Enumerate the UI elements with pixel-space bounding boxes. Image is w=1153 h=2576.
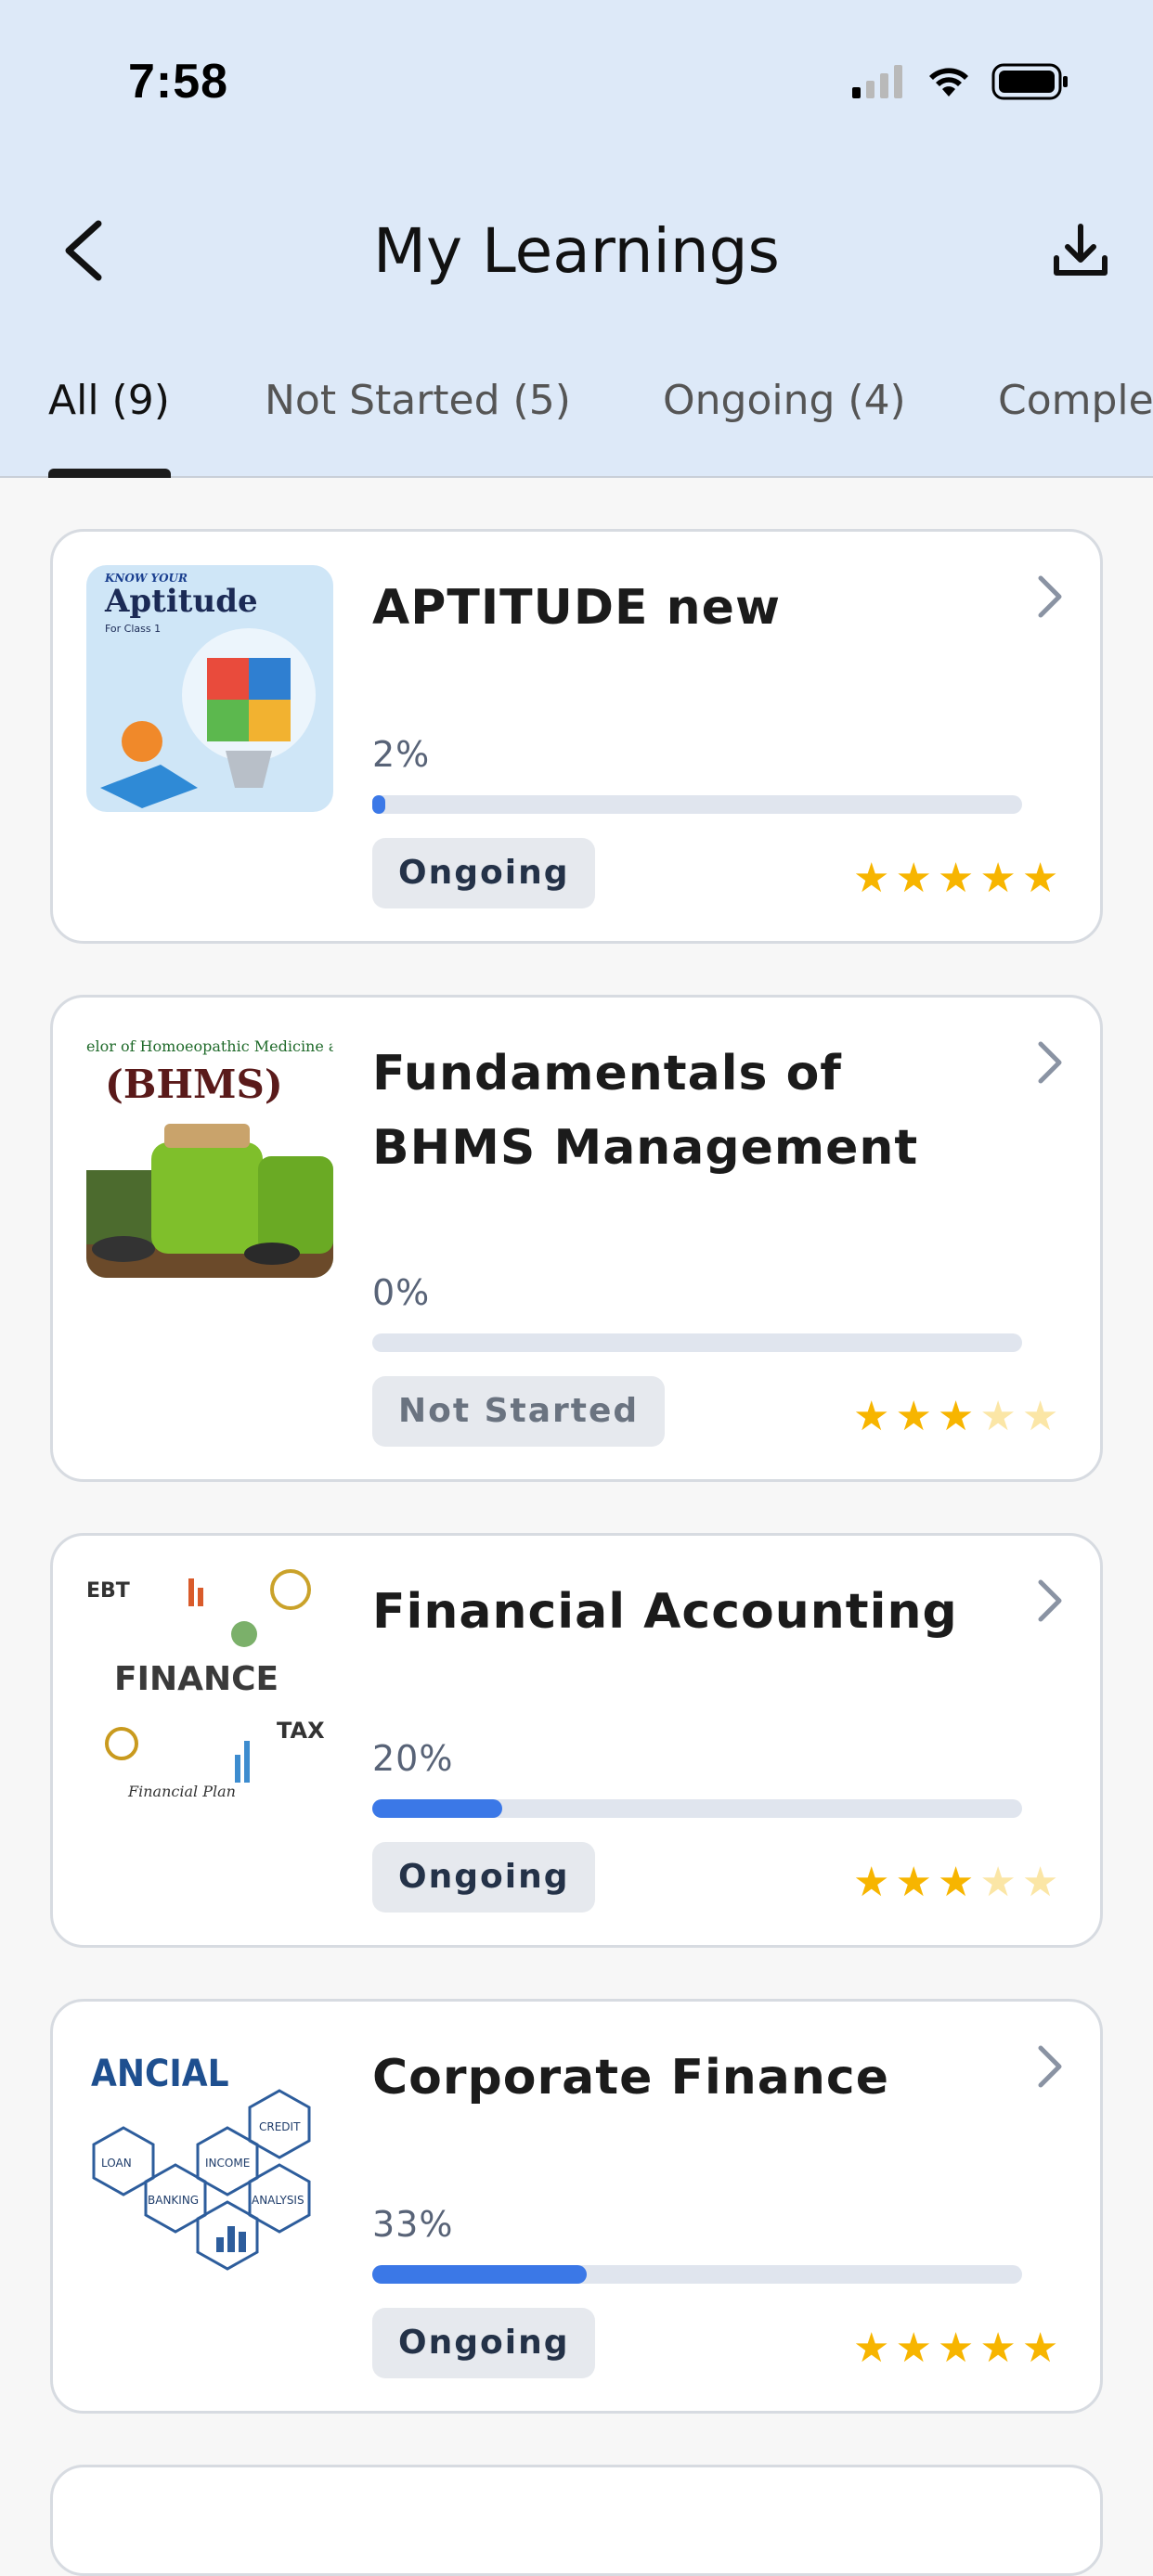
- active-tab-indicator: [48, 469, 171, 478]
- course-card[interactable]: EBT FINANCE TAX Financial Plan Financial…: [50, 1533, 1103, 1948]
- course-thumbnail: ANCIAL CREDIT INCOME LOAN BANKING ANALYS…: [86, 2035, 333, 2282]
- star-icon: ★: [1021, 1394, 1059, 1439]
- app-header: 7:58 My Learnings All (9) Not Started (5…: [0, 0, 1153, 478]
- star-icon: ★: [1021, 856, 1059, 901]
- thumb-text: ANCIAL: [91, 2053, 229, 2095]
- progress-fill: [372, 795, 385, 814]
- course-title: Corporate Finance: [372, 2050, 890, 2106]
- chevron-right-icon: [1038, 575, 1062, 618]
- chevron-right-icon: [1038, 1041, 1062, 1084]
- star-icon: ★: [979, 1394, 1017, 1439]
- status-badge: Ongoing: [372, 1842, 596, 1913]
- progress-fill: [372, 1799, 502, 1818]
- star-icon: ★: [853, 856, 890, 901]
- page-title: My Learnings: [373, 215, 780, 287]
- thumb-text: Aptitude: [104, 583, 258, 620]
- star-icon: ★: [937, 856, 975, 901]
- thumb-text: For Class 1: [105, 623, 161, 635]
- course-thumbnail: EBT FINANCE TAX Financial Plan: [86, 1569, 333, 1816]
- progress-bar: [372, 1333, 1022, 1352]
- tab-completed[interactable]: Completed (0): [998, 377, 1153, 424]
- thumb-text: (BHMS): [105, 1062, 283, 1107]
- course-card[interactable]: KNOW YOUR Aptitude For Class 1 APTITUDE …: [50, 529, 1103, 944]
- rating-stars: ★ ★ ★ ★ ★: [853, 1862, 1058, 1903]
- filter-tabs: All (9) Not Started (5) Ongoing (4) Comp…: [0, 371, 1153, 478]
- star-icon: ★: [853, 2325, 890, 2371]
- star-icon: ★: [895, 1394, 932, 1439]
- thumb-text: LOAN: [101, 2157, 132, 2170]
- star-icon: ★: [853, 1394, 890, 1439]
- battery-icon: [991, 63, 1068, 100]
- progress-bar: [372, 2265, 1022, 2284]
- course-title: Fundamentals of BHMS Management: [372, 1046, 919, 1176]
- status-badge: Ongoing: [372, 2308, 596, 2378]
- rating-stars: ★ ★ ★ ★ ★: [853, 858, 1058, 899]
- star-icon: ★: [937, 1394, 975, 1439]
- course-card[interactable]: [50, 2465, 1103, 2576]
- thumb-text: BANKING: [148, 2194, 199, 2207]
- course-title: APTITUDE new: [372, 580, 781, 636]
- tab-all[interactable]: All (9): [48, 377, 170, 424]
- star-icon: ★: [937, 2325, 975, 2371]
- star-icon: ★: [853, 1860, 890, 1905]
- wifi-icon: [929, 68, 968, 97]
- progress-percent: 33%: [372, 2204, 454, 2245]
- rating-stars: ★ ★ ★ ★ ★: [853, 2328, 1058, 2369]
- thumb-text: CREDIT: [259, 2120, 301, 2133]
- thumb-text: Financial Plan: [127, 1783, 236, 1800]
- thumb-text: TAX: [277, 1718, 325, 1744]
- progress-fill: [372, 2265, 587, 2284]
- progress-bar: [372, 1799, 1022, 1818]
- star-icon: ★: [895, 856, 932, 901]
- rating-stars: ★ ★ ★ ★ ★: [853, 1397, 1058, 1437]
- chevron-right-icon: [1038, 2045, 1062, 2088]
- status-icons: [852, 63, 1069, 100]
- download-icon[interactable]: [1051, 221, 1110, 280]
- star-icon: ★: [895, 1860, 932, 1905]
- thumb-text: EBT: [86, 1579, 130, 1603]
- status-badge: Not Started: [372, 1376, 666, 1447]
- tab-ongoing[interactable]: Ongoing (4): [663, 377, 906, 424]
- course-card[interactable]: elor of Homoeopathic Medicine and Su (BH…: [50, 995, 1103, 1482]
- status-badge: Ongoing: [372, 838, 596, 908]
- course-title: Financial Accounting: [372, 1584, 958, 1640]
- star-icon: ★: [937, 1860, 975, 1905]
- star-icon: ★: [979, 856, 1017, 901]
- course-card[interactable]: ANCIAL CREDIT INCOME LOAN BANKING ANALYS…: [50, 1999, 1103, 2414]
- star-icon: ★: [979, 2325, 1017, 2371]
- star-icon: ★: [1021, 2325, 1059, 2371]
- status-time: 7:58: [128, 55, 229, 109]
- star-icon: ★: [979, 1860, 1017, 1905]
- cellular-signal-icon: [852, 65, 902, 98]
- course-thumbnail: elor of Homoeopathic Medicine and Su (BH…: [86, 1031, 333, 1278]
- progress-percent: 20%: [372, 1738, 454, 1779]
- thumb-text: INCOME: [205, 2157, 250, 2170]
- chevron-right-icon: [1038, 1579, 1062, 1622]
- star-icon: ★: [895, 2325, 932, 2371]
- progress-bar: [372, 795, 1022, 814]
- star-icon: ★: [1021, 1860, 1059, 1905]
- progress-percent: 0%: [372, 1272, 431, 1313]
- progress-percent: 2%: [372, 734, 431, 775]
- thumb-text: elor of Homoeopathic Medicine and Su: [86, 1037, 333, 1055]
- thumb-text: ANALYSIS: [252, 2194, 304, 2207]
- tab-not-started[interactable]: Not Started (5): [265, 377, 571, 424]
- course-thumbnail: KNOW YOUR Aptitude For Class 1: [86, 565, 333, 812]
- thumb-text: FINANCE: [114, 1660, 279, 1698]
